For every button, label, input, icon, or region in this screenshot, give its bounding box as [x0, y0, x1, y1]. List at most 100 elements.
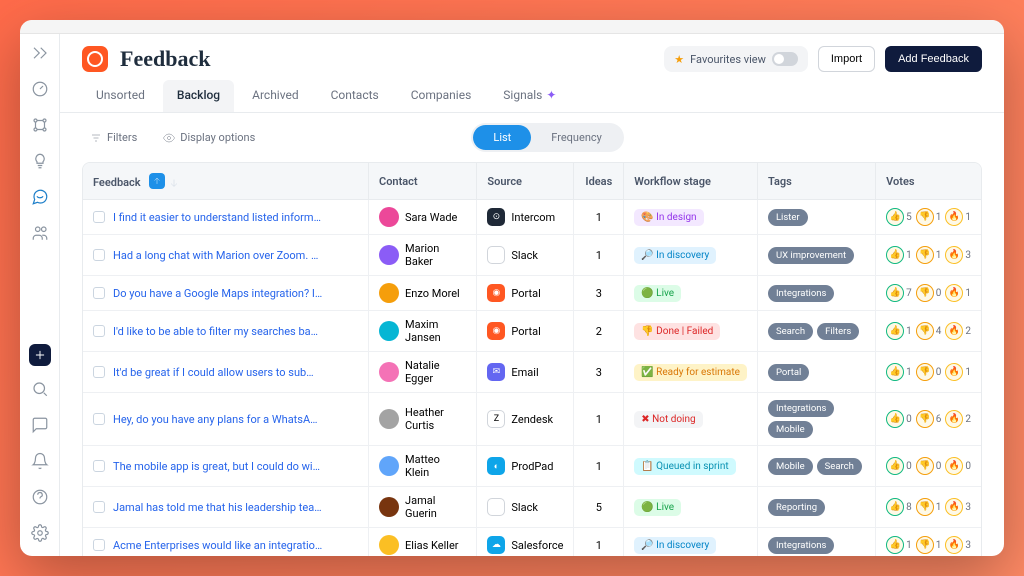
tag[interactable]: Portal	[768, 364, 809, 381]
vote-icon: 👎	[916, 457, 934, 475]
roadmap-icon[interactable]	[31, 116, 49, 138]
tab-companies[interactable]: Companies	[397, 80, 486, 112]
search-icon[interactable]	[31, 380, 49, 402]
feedback-icon[interactable]	[31, 188, 49, 210]
feedback-text[interactable]: Had a long chat with Marion over Zoom. S…	[113, 249, 323, 262]
tab-signals[interactable]: Signals✦	[489, 80, 570, 112]
view-list[interactable]: List	[473, 125, 531, 150]
vote-up[interactable]: 👍1	[886, 536, 912, 554]
checkbox[interactable]	[93, 501, 105, 513]
tab-contacts[interactable]: Contacts	[317, 80, 393, 112]
vote-up[interactable]: 👍7	[886, 284, 912, 302]
vote-down[interactable]: 👎0	[916, 457, 942, 475]
vote-down[interactable]: 👎1	[916, 498, 942, 516]
vote-fire[interactable]: 🔥3	[945, 498, 971, 516]
vote-up[interactable]: 👍0	[886, 410, 912, 428]
checkbox[interactable]	[93, 539, 105, 551]
vote-fire[interactable]: 🔥0	[945, 457, 971, 475]
tab-unsorted[interactable]: Unsorted	[82, 80, 159, 112]
col-source[interactable]: Source	[477, 163, 574, 200]
vote-down[interactable]: 👎1	[916, 536, 942, 554]
contact-cell[interactable]: Enzo Morel	[379, 283, 466, 303]
vote-down[interactable]: 👎0	[916, 284, 942, 302]
vote-up[interactable]: 👍5	[886, 208, 912, 226]
filters-button[interactable]: Filters	[82, 126, 145, 149]
teams-icon[interactable]	[31, 224, 49, 246]
feedback-text[interactable]: I find it easier to understand listed in…	[113, 211, 323, 224]
bell-icon[interactable]	[31, 452, 49, 474]
contact-cell[interactable]: Sara Wade	[379, 207, 466, 227]
feedback-text[interactable]: The mobile app is great, but I could do …	[113, 460, 323, 473]
vote-up[interactable]: 👍0	[886, 457, 912, 475]
contact-cell[interactable]: Natalie Egger	[379, 359, 466, 385]
feedback-text[interactable]: I'd like to be able to filter my searche…	[113, 325, 323, 338]
vote-fire[interactable]: 🔥2	[945, 410, 971, 428]
tag[interactable]: Integrations	[768, 537, 835, 554]
feedback-text[interactable]: Jamal has told me that his leadership te…	[113, 501, 323, 514]
view-frequency[interactable]: Frequency	[531, 125, 622, 150]
col-contact[interactable]: Contact	[369, 163, 477, 200]
vote-fire[interactable]: 🔥2	[945, 322, 971, 340]
contact-cell[interactable]: Jamal Guerin	[379, 494, 466, 520]
vote-down[interactable]: 👎4	[916, 322, 942, 340]
feedback-text[interactable]: It'd be great if I could allow users to …	[113, 366, 323, 379]
tag[interactable]: Integrations	[768, 400, 835, 417]
col-stage[interactable]: Workflow stage	[624, 163, 758, 200]
vote-down[interactable]: 👎0	[916, 363, 942, 381]
vote-up[interactable]: 👍8	[886, 498, 912, 516]
tag[interactable]: Integrations	[768, 285, 835, 302]
checkbox[interactable]	[93, 366, 105, 378]
add-feedback-button[interactable]: Add Feedback	[885, 46, 982, 72]
import-button[interactable]: Import	[818, 46, 875, 72]
tag[interactable]: Lister	[768, 209, 808, 226]
contact-cell[interactable]: Heather Curtis	[379, 406, 466, 432]
feedback-text[interactable]: Hey, do you have any plans for a WhatsAp…	[113, 413, 323, 426]
vote-down[interactable]: 👎6	[916, 410, 942, 428]
feedback-text[interactable]: Do you have a Google Maps integration? I…	[113, 287, 323, 300]
checkbox[interactable]	[93, 460, 105, 472]
checkbox[interactable]	[93, 325, 105, 337]
feedback-text[interactable]: Acme Enterprises would like an integrati…	[113, 539, 323, 552]
vote-up[interactable]: 👍1	[886, 322, 912, 340]
display-options-button[interactable]: Display options	[155, 126, 263, 149]
tag[interactable]: Mobile	[768, 421, 813, 438]
favourites-toggle[interactable]: ★ Favourites view	[664, 46, 808, 72]
tag[interactable]: Filters	[817, 323, 859, 340]
vote-down[interactable]: 👎1	[916, 208, 942, 226]
contact-cell[interactable]: Elias Keller	[379, 535, 466, 555]
tag[interactable]: Search	[817, 458, 862, 475]
vote-fire[interactable]: 🔥1	[945, 363, 971, 381]
contact-cell[interactable]: Marion Baker	[379, 242, 466, 268]
checkbox[interactable]	[93, 211, 105, 223]
dashboard-icon[interactable]	[31, 80, 49, 102]
settings-icon[interactable]	[31, 524, 49, 546]
tag[interactable]: Search	[768, 323, 813, 340]
checkbox[interactable]	[93, 287, 105, 299]
tag[interactable]: UX improvement	[768, 247, 854, 264]
vote-up[interactable]: 👍1	[886, 363, 912, 381]
col-feedback[interactable]: Feedback	[83, 163, 369, 200]
help-icon[interactable]	[31, 488, 49, 510]
vote-up[interactable]: 👍1	[886, 246, 912, 264]
tab-backlog[interactable]: Backlog	[163, 80, 234, 112]
add-button[interactable]	[29, 344, 51, 366]
chat-icon[interactable]	[31, 416, 49, 438]
checkbox[interactable]	[93, 413, 105, 425]
vote-fire[interactable]: 🔥1	[945, 208, 971, 226]
checkbox[interactable]	[93, 249, 105, 261]
contact-cell[interactable]: Matteo Klein	[379, 453, 466, 479]
tag[interactable]: Mobile	[768, 458, 813, 475]
collapse-icon[interactable]	[31, 44, 49, 66]
tab-archived[interactable]: Archived	[238, 80, 312, 112]
col-votes[interactable]: Votes	[876, 163, 981, 200]
ideas-icon[interactable]	[31, 152, 49, 174]
vote-down[interactable]: 👎1	[916, 246, 942, 264]
contact-cell[interactable]: Maxim Jansen	[379, 318, 466, 344]
vote-fire[interactable]: 🔥1	[945, 284, 971, 302]
tag[interactable]: Reporting	[768, 499, 825, 516]
ideas-count: 3	[574, 276, 624, 311]
col-tags[interactable]: Tags	[758, 163, 876, 200]
vote-fire[interactable]: 🔥3	[945, 536, 971, 554]
col-ideas[interactable]: Ideas	[574, 163, 624, 200]
vote-fire[interactable]: 🔥3	[945, 246, 971, 264]
